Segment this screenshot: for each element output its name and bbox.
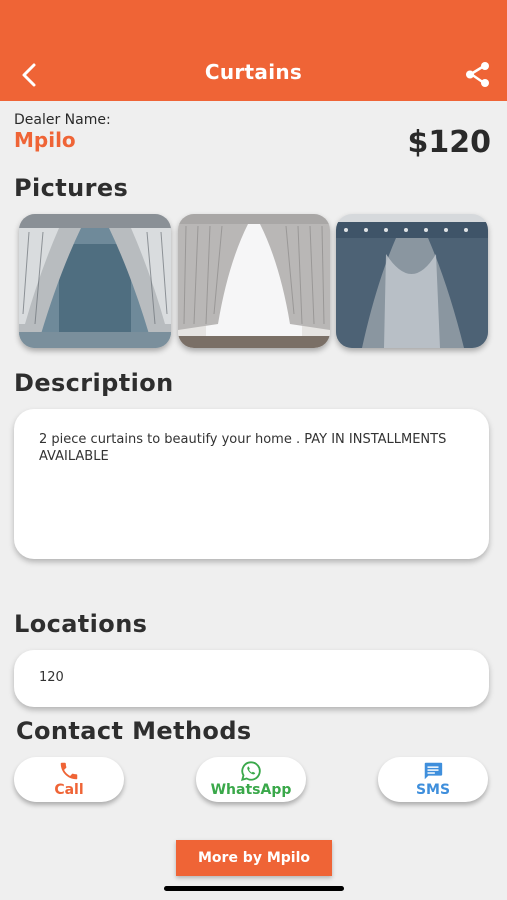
whatsapp-icon bbox=[240, 761, 261, 782]
app-header: Curtains bbox=[0, 0, 507, 101]
location-value: 120 bbox=[39, 670, 64, 685]
dealer-name-label: Dealer Name: bbox=[14, 112, 111, 128]
description-card: 2 piece curtains to beautify your home .… bbox=[14, 409, 489, 559]
picture-thumbnail[interactable] bbox=[19, 214, 171, 348]
more-by-dealer-label: More by Mpilo bbox=[197, 850, 310, 866]
contact-methods-heading: Contact Methods bbox=[16, 717, 252, 745]
sms-label: SMS bbox=[415, 782, 451, 798]
whatsapp-button[interactable]: WhatsApp bbox=[196, 757, 306, 802]
curtain-photo-2 bbox=[178, 214, 330, 348]
page-title: Curtains bbox=[204, 60, 303, 84]
description-text: 2 piece curtains to beautify your home .… bbox=[39, 432, 447, 464]
curtain-photo-3 bbox=[336, 214, 488, 348]
share-button[interactable] bbox=[463, 60, 493, 90]
call-label: Call bbox=[54, 782, 84, 798]
share-icon bbox=[466, 62, 489, 87]
call-button[interactable]: Call bbox=[14, 757, 124, 802]
picture-thumbnail[interactable] bbox=[336, 214, 488, 348]
locations-heading: Locations bbox=[14, 610, 148, 638]
phone-icon bbox=[60, 762, 78, 780]
more-by-dealer-button[interactable]: More by Mpilo bbox=[176, 840, 332, 876]
description-heading: Description bbox=[14, 369, 174, 397]
sms-icon bbox=[424, 762, 443, 780]
pictures-heading: Pictures bbox=[14, 174, 129, 202]
whatsapp-label: WhatsApp bbox=[210, 782, 292, 798]
curtain-photo-1 bbox=[19, 214, 171, 348]
sms-button[interactable]: SMS bbox=[378, 757, 488, 802]
dealer-name[interactable]: Mpilo bbox=[14, 128, 76, 152]
home-indicator bbox=[164, 886, 344, 891]
price: $120 bbox=[407, 125, 492, 160]
location-card: 120 bbox=[14, 650, 489, 707]
picture-thumbnail[interactable] bbox=[178, 214, 330, 348]
